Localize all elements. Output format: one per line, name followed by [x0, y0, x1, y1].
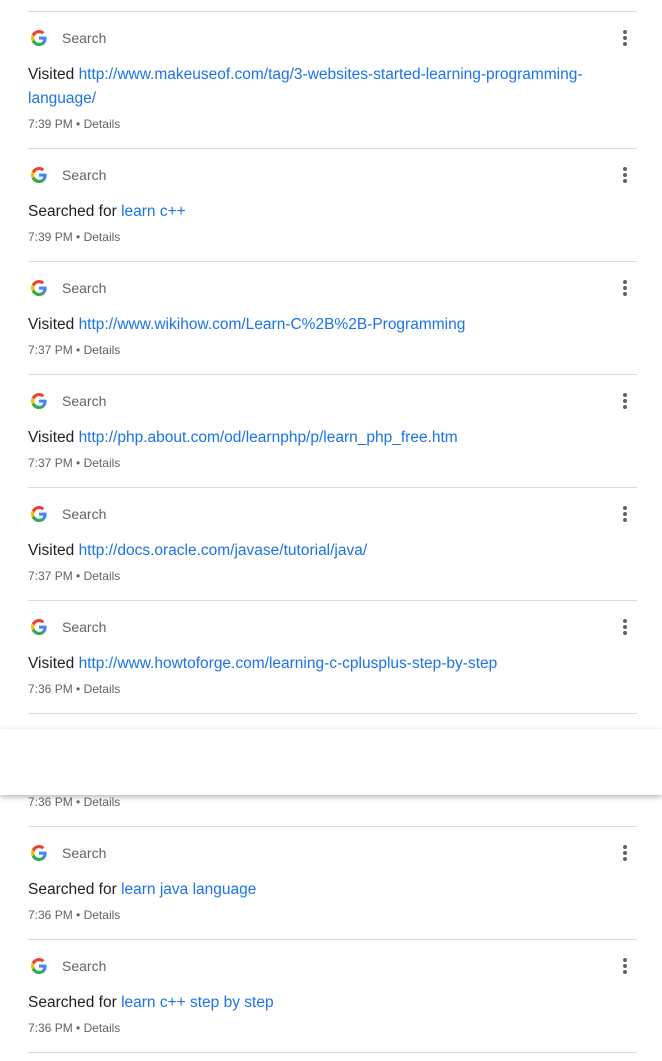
activity-meta: 7:36 PM • Details [28, 681, 120, 697]
bullet-separator: • [76, 1021, 81, 1035]
activity-link[interactable]: learn c++ [121, 203, 186, 220]
details-link[interactable]: Details [84, 117, 121, 131]
divider [28, 148, 637, 149]
action-label: Searched for [28, 881, 117, 898]
bullet-separator: • [76, 343, 81, 357]
timestamp: 7:36 PM [28, 908, 73, 922]
action-label: Searched for [28, 994, 117, 1011]
bullet-separator: • [76, 908, 81, 922]
timestamp: 7:36 PM [28, 795, 73, 809]
divider [28, 600, 637, 601]
details-link[interactable]: Details [84, 343, 121, 357]
action-label: Visited [28, 66, 75, 83]
google-g-icon [31, 506, 47, 522]
google-g-icon [31, 393, 47, 409]
bullet-separator: • [76, 682, 81, 696]
action-label: Visited [28, 316, 75, 333]
product-label: Search [62, 30, 107, 46]
details-link[interactable]: Details [84, 1021, 121, 1035]
details-link[interactable]: Details [84, 456, 121, 470]
product-label: Search [62, 506, 107, 522]
timestamp: 7:37 PM [28, 569, 73, 583]
activity-link[interactable]: http://www.howtoforge.com/learning-c-cpl… [79, 655, 498, 672]
google-g-icon [31, 30, 47, 46]
google-g-icon [31, 167, 47, 183]
divider [28, 487, 637, 488]
google-g-icon [31, 958, 47, 974]
more-vert-icon[interactable] [615, 955, 635, 977]
divider [28, 826, 637, 827]
more-vert-icon[interactable] [615, 616, 635, 638]
details-link[interactable]: Details [84, 230, 121, 244]
product-label: Search [62, 393, 107, 409]
google-g-icon [31, 280, 47, 296]
divider [28, 1052, 637, 1053]
more-vert-icon[interactable] [615, 164, 635, 186]
activity-link[interactable]: http://docs.oracle.com/javase/tutorial/j… [79, 542, 368, 559]
activity-meta: 7:37 PM • Details [28, 342, 120, 358]
divider [28, 261, 637, 262]
action-label: Visited [28, 655, 75, 672]
activity-meta: 7:36 PM • Details [28, 1020, 120, 1036]
activity-meta: 7:36 PM • Details [28, 907, 120, 923]
google-g-icon [31, 619, 47, 635]
action-label: Visited [28, 542, 75, 559]
activity-meta: 7:39 PM • Details [28, 116, 120, 132]
details-link[interactable]: Details [84, 795, 121, 809]
divider [28, 939, 637, 940]
action-label: Visited [28, 429, 75, 446]
timestamp: 7:37 PM [28, 343, 73, 357]
more-vert-icon[interactable] [615, 277, 635, 299]
divider [28, 374, 637, 375]
bullet-separator: • [76, 456, 81, 470]
activity-entry: Searched for learn c++ step by step [28, 991, 588, 1015]
divider [28, 713, 637, 714]
timestamp: 7:39 PM [28, 230, 73, 244]
activity-entry: Visited http://docs.oracle.com/javase/tu… [28, 539, 588, 563]
activity-entry: Visited http://php.about.com/od/learnphp… [28, 426, 588, 450]
details-link[interactable]: Details [84, 569, 121, 583]
activity-entry: Searched for learn java language [28, 878, 588, 902]
product-label: Search [62, 845, 107, 861]
activity-meta: 7:39 PM • Details [28, 229, 120, 245]
timestamp: 7:37 PM [28, 456, 73, 470]
product-label: Search [62, 958, 107, 974]
activity-meta: 7:37 PM • Details [28, 568, 120, 584]
activity-link[interactable]: http://php.about.com/od/learnphp/p/learn… [79, 429, 458, 446]
activity-meta: 7:36 PM • Details [28, 794, 120, 810]
activity-meta: 7:37 PM • Details [28, 455, 120, 471]
product-label: Search [62, 619, 107, 635]
more-vert-icon[interactable] [615, 390, 635, 412]
bullet-separator: • [76, 569, 81, 583]
timestamp: 7:39 PM [28, 117, 73, 131]
overlay-panel [0, 729, 662, 795]
activity-link[interactable]: http://www.wikihow.com/Learn-C%2B%2B-Pro… [79, 316, 466, 333]
bullet-separator: • [76, 795, 81, 809]
more-vert-icon[interactable] [615, 27, 635, 49]
activity-entry: Searched for learn c++ [28, 200, 588, 224]
activity-link[interactable]: learn c++ step by step [121, 994, 274, 1011]
details-link[interactable]: Details [84, 908, 121, 922]
activity-link[interactable]: learn java language [121, 881, 256, 898]
timestamp: 7:36 PM [28, 682, 73, 696]
action-label: Searched for [28, 203, 117, 220]
activity-link[interactable]: http://www.makeuseof.com/tag/3-websites-… [28, 66, 583, 107]
product-label: Search [62, 280, 107, 296]
activity-entry: Visited http://www.wikihow.com/Learn-C%2… [28, 313, 588, 337]
divider [28, 11, 637, 12]
google-g-icon [31, 845, 47, 861]
details-link[interactable]: Details [84, 682, 121, 696]
timestamp: 7:36 PM [28, 1021, 73, 1035]
more-vert-icon[interactable] [615, 503, 635, 525]
more-vert-icon[interactable] [615, 842, 635, 864]
activity-entry: Visited http://www.makeuseof.com/tag/3-w… [28, 63, 588, 111]
bullet-separator: • [76, 230, 81, 244]
activity-entry: Visited http://www.howtoforge.com/learni… [28, 652, 588, 676]
bullet-separator: • [76, 117, 81, 131]
product-label: Search [62, 167, 107, 183]
